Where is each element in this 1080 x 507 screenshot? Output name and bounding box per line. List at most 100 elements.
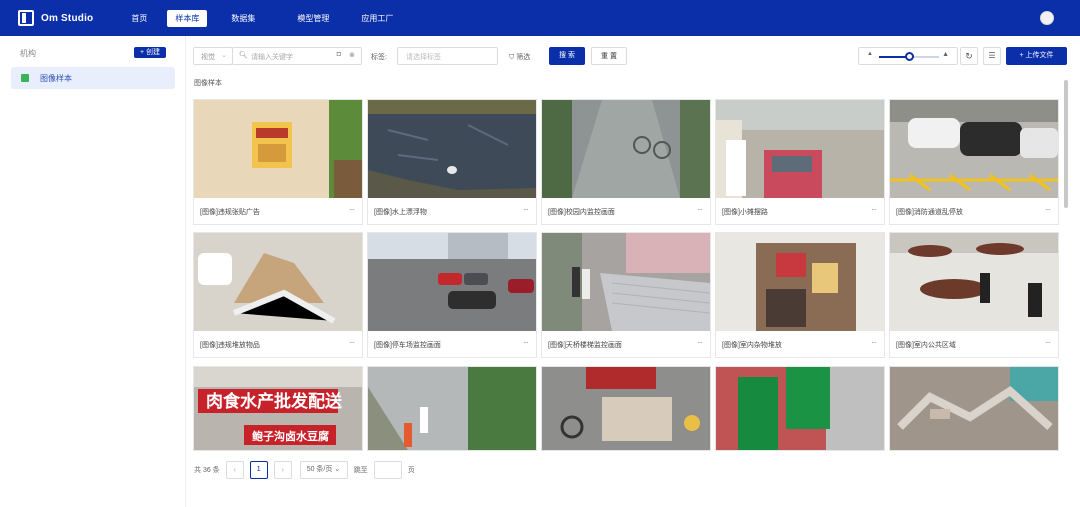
nav-sample-library[interactable]: 样本库 <box>167 9 208 27</box>
more-options-icon[interactable]: ··· <box>523 338 529 347</box>
jump-page-input[interactable] <box>373 461 402 479</box>
page-size-select[interactable]: 50 条/页 ⌄ <box>299 461 348 479</box>
image-icon <box>21 74 29 82</box>
search-button[interactable]: 搜 索 <box>549 47 585 65</box>
more-options-icon[interactable]: ··· <box>871 205 877 214</box>
clear-icon[interactable]: ⊗ <box>349 51 355 59</box>
create-button[interactable]: + 创建 <box>134 47 166 58</box>
more-options-icon[interactable]: ··· <box>697 338 703 347</box>
more-options-icon[interactable]: ··· <box>1045 205 1051 214</box>
logo-icon <box>18 10 34 26</box>
list-icon: ☰ <box>988 51 996 60</box>
thumbnail-street-vendor[interactable] <box>716 100 884 198</box>
refresh-button[interactable]: ↻ <box>960 47 978 65</box>
thumbnail-trash-bins[interactable] <box>716 367 884 450</box>
image-card[interactable]: [图像]天桥楼梯监控画面 ··· <box>541 232 711 358</box>
next-page-button[interactable]: › <box>273 461 292 479</box>
page-suffix: 页 <box>407 467 415 474</box>
card-caption: [图像]小摊摆路 ··· <box>722 205 877 216</box>
pagination: 共 36 条 ‹ 1 › 50 条/页 ⌄ 跳至 页 <box>194 460 415 480</box>
filter-label: 筛选 <box>516 54 531 61</box>
more-options-icon[interactable]: ··· <box>871 338 877 347</box>
card-caption: [图像]违规堆放物品 ··· <box>200 338 355 349</box>
chevron-down-icon: ⌄ <box>334 466 341 473</box>
image-large-icon: ▲ <box>942 51 949 58</box>
more-options-icon[interactable]: ··· <box>349 205 355 214</box>
image-card[interactable] <box>541 366 711 451</box>
card-caption: [图像]室内公共区域 ··· <box>896 338 1051 349</box>
thumbnail-parking-lot[interactable] <box>368 233 536 331</box>
thumbnail-illegal-stacking[interactable] <box>194 233 362 331</box>
search-icon: 🔍︎ <box>239 52 248 59</box>
thumbnail-fire-lane-parking[interactable] <box>890 100 1058 198</box>
search-input[interactable]: 🔍︎ 请输入关键字 ◘ ⊗ <box>232 47 362 65</box>
thumbnail-construction-debris[interactable] <box>890 367 1058 450</box>
card-caption: [图像]停车场监控画面 ··· <box>374 338 529 349</box>
tag-select[interactable]: 请选择标签 <box>397 47 498 65</box>
sidebar: 机构 + 创建 图像样本 <box>0 36 186 507</box>
thumbnail-indoor-public-area[interactable] <box>890 233 1058 331</box>
page-number-1[interactable]: 1 <box>249 461 268 479</box>
thumbnail-street-stall[interactable] <box>542 367 710 450</box>
thumbnail-indoor-clutter[interactable] <box>716 233 884 331</box>
scrollbar-thumb[interactable] <box>1064 80 1068 208</box>
nav-home[interactable]: 首页 <box>123 10 155 27</box>
image-card[interactable]: [图像]小摊摆路 ··· <box>715 99 885 225</box>
filter-toolbar: 视觉 ⌄ 🔍︎ 请输入关键字 ◘ ⊗ 标签: 请选择标签 ⛉ 筛选 搜 索 重 … <box>193 47 1073 67</box>
thumbnail-poster-on-wall[interactable] <box>194 100 362 198</box>
card-caption: [图像]天桥楼梯监控画面 ··· <box>548 338 703 349</box>
thumbnail-shop-sign[interactable]: 肉食水产批发配送 鲍子沟卤水豆腐 <box>194 367 362 450</box>
nav-model-management[interactable]: 模型管理 <box>289 10 337 27</box>
image-card[interactable] <box>889 366 1059 451</box>
image-card[interactable]: [图像]违规张贴广告 ··· <box>193 99 363 225</box>
image-card[interactable]: [图像]消防通道乱停放 ··· <box>889 99 1059 225</box>
image-card[interactable]: [图像]校园内监控画面 ··· <box>541 99 711 225</box>
card-caption: [图像]违规张贴广告 ··· <box>200 205 355 216</box>
user-avatar[interactable] <box>1040 11 1054 25</box>
section-title: 图像样本 <box>194 80 222 87</box>
search-placeholder: 请输入关键字 <box>251 54 293 61</box>
reset-button[interactable]: 重 置 <box>591 47 627 65</box>
refresh-icon: ↻ <box>965 51 973 61</box>
app-title: Om Studio <box>41 12 94 24</box>
image-card[interactable] <box>715 366 885 451</box>
filter-button[interactable]: ⛉ 筛选 <box>509 52 530 62</box>
image-card[interactable]: [图像]水上漂浮物 ··· <box>367 99 537 225</box>
prev-page-button[interactable]: ‹ <box>225 461 244 479</box>
app-logo[interactable]: Om Studio <box>18 10 93 26</box>
more-options-icon[interactable]: ··· <box>523 205 529 214</box>
slider-handle[interactable] <box>905 52 914 61</box>
image-card[interactable]: [图像]停车场监控画面 ··· <box>367 232 537 358</box>
top-navigation-bar: Om Studio 首页 样本库 数据集 模型管理 应用工厂 <box>0 0 1080 36</box>
tag-label: 标签: <box>371 54 387 61</box>
more-options-icon[interactable]: ··· <box>1045 338 1051 347</box>
image-card[interactable] <box>367 366 537 451</box>
nav-app-factory[interactable]: 应用工厂 <box>353 10 401 27</box>
image-card[interactable]: 肉食水产批发配送 鲍子沟卤水豆腐 <box>193 366 363 451</box>
image-card[interactable]: [图像]室内杂物堆放 ··· <box>715 232 885 358</box>
thumbnail-street-pedestrians[interactable] <box>368 367 536 450</box>
main-nav: 首页 样本库 数据集 模型管理 应用工厂 <box>123 9 401 27</box>
nav-datasets[interactable]: 数据集 <box>223 10 263 27</box>
type-select[interactable]: 视觉 ⌄ <box>193 47 233 65</box>
card-caption: [图像]室内杂物堆放 ··· <box>722 338 877 349</box>
sidebar-item-image-samples[interactable]: 图像样本 <box>11 67 175 89</box>
list-view-button[interactable]: ☰ <box>983 47 1001 65</box>
camera-icon[interactable]: ◘ <box>337 51 341 58</box>
shop-sign-text: 肉食水产批发配送 <box>206 391 343 412</box>
image-small-icon: ▲ <box>867 51 873 57</box>
image-card[interactable]: [图像]室内公共区域 ··· <box>889 232 1059 358</box>
sidebar-item-label: 图像样本 <box>40 73 72 83</box>
thumbnail-overpass-stairs[interactable] <box>542 233 710 331</box>
thumbnail-floating-debris[interactable] <box>368 100 536 198</box>
sidebar-header: 机构 <box>20 49 36 58</box>
card-caption: [图像]校园内监控画面 ··· <box>548 205 703 216</box>
more-options-icon[interactable]: ··· <box>349 338 355 347</box>
thumbnail-size-slider[interactable]: ▲ ▲ <box>858 47 958 65</box>
chevron-down-icon: ⌄ <box>221 52 227 59</box>
image-card[interactable]: [图像]违规堆放物品 ··· <box>193 232 363 358</box>
upload-file-button[interactable]: + 上传文件 <box>1006 47 1067 65</box>
type-select-value: 视觉 <box>201 54 215 61</box>
thumbnail-campus-surveillance[interactable] <box>542 100 710 198</box>
more-options-icon[interactable]: ··· <box>697 205 703 214</box>
